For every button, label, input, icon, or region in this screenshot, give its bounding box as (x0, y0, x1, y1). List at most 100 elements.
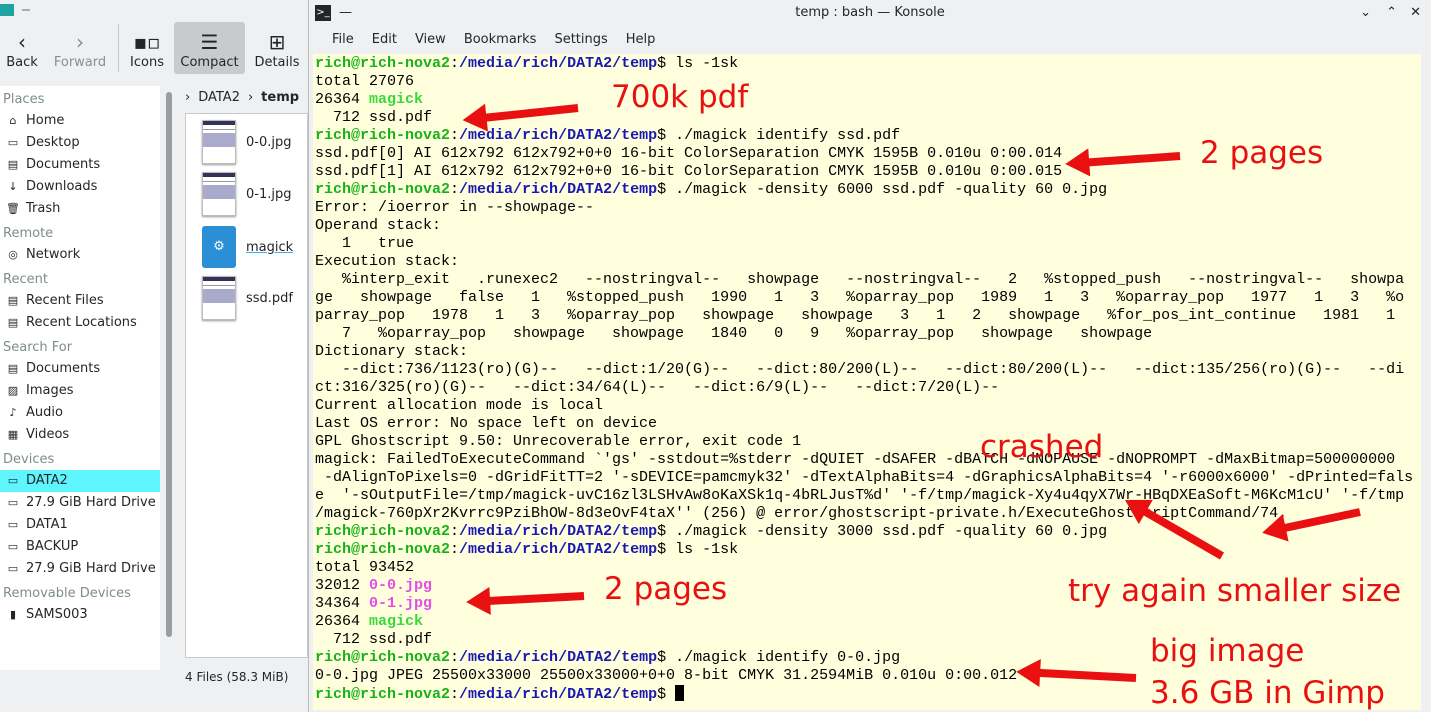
places-item[interactable]: ▦ Videos (0, 424, 160, 446)
places-item[interactable]: ▭ BACKUP (0, 536, 160, 558)
terminal-cursor (675, 685, 685, 701)
terminal-text: total 93452 (315, 559, 415, 576)
places-item-label: Documents (26, 157, 101, 172)
terminal-text: $ ls -1sk (657, 55, 739, 72)
terminal-line: parray_pop 1978 1 3 %oparray_pop showpag… (315, 307, 1419, 325)
places-item[interactable]: ▤ Recent Locations (0, 312, 160, 334)
terminal-text: rich@rich-nova2 (315, 55, 451, 72)
terminal-text: /media/rich/DATA2/temp (459, 523, 658, 540)
close-icon[interactable]: ✕ (1410, 0, 1421, 26)
terminal-text: ssd.pdf[1] AI 612x792 612x792+0+0 16-bit… (315, 163, 1063, 180)
place-icon: ▭ (7, 562, 19, 575)
places-item[interactable]: ▤ Documents (0, 358, 160, 380)
terminal-text: total 27076 (315, 73, 415, 90)
terminal-text: magick (369, 91, 424, 108)
places-section-title: Removable Devices (3, 586, 131, 601)
menu-bookmarks[interactable]: Bookmarks (455, 32, 546, 47)
dolphin-file-manager: ‹ Back › Forward ▪▫ Icons ☰ Compact ⊞ Details… (0, 0, 308, 712)
menu-view[interactable]: View (406, 32, 455, 47)
back-button[interactable]: ‹ Back (4, 22, 40, 74)
places-item[interactable]: ▤ Documents (0, 154, 160, 176)
place-icon: ↓ (8, 180, 18, 193)
minimize-icon[interactable] (22, 9, 30, 11)
file-item[interactable]: ⚙ magick (202, 226, 293, 268)
place-icon: ▦ (7, 428, 19, 441)
places-scrollbar[interactable] (166, 92, 172, 637)
file-item[interactable]: 0-1.jpg (202, 172, 291, 216)
terminal-line: ge showpage false 1 %stopped_push 1990 1… (315, 289, 1419, 307)
terminal-text: Dictionary stack: (315, 343, 469, 360)
annotation-try-again: try again smaller size (1068, 573, 1402, 609)
terminal-line: magick: FailedToExecuteCommand `'gs' -ss… (315, 451, 1419, 469)
terminal-text: rich@rich-nova2 (315, 181, 451, 198)
icons-view-button[interactable]: ▪▫ Icons (124, 22, 170, 74)
compact-view-button[interactable]: ☰ Compact (174, 22, 245, 74)
image-thumbnail (202, 120, 236, 164)
pin-icon[interactable]: — (339, 0, 352, 26)
breadcrumb: › DATA2 › temp (185, 89, 300, 105)
terminal-text: /media/rich/DATA2/temp (459, 55, 658, 72)
places-item[interactable]: ♪ Audio (0, 402, 160, 424)
menu-settings[interactable]: Settings (545, 32, 616, 47)
terminal-line: rich@rich-nova2:/media/rich/DATA2/temp$ … (315, 523, 1419, 541)
terminal-text: /media/rich/DATA2/temp (459, 686, 658, 703)
terminal-text: Error: /ioerror in --showpage-- (315, 199, 595, 216)
places-section-title: Places (3, 92, 45, 107)
pdf-thumbnail (202, 276, 236, 320)
details-view-button[interactable]: ⊞ Details (251, 22, 303, 74)
places-item[interactable]: ▭ DATA1 (0, 514, 160, 536)
terminal-text: rich@rich-nova2 (315, 523, 451, 540)
minimize-icon[interactable]: ⌄ (1360, 0, 1371, 26)
terminal-text: Current allocation mode is local (315, 397, 604, 414)
menu-help[interactable]: Help (617, 32, 665, 47)
file-item[interactable]: ssd.pdf (202, 276, 293, 320)
places-item-label: Audio (26, 405, 63, 420)
places-item[interactable]: ▭ DATA2 (0, 470, 160, 492)
terminal-line: Operand stack: (315, 217, 1419, 235)
details-view-icon: ⊞ (268, 30, 286, 54)
terminal-scrollbar[interactable] (1423, 54, 1431, 710)
terminal-text: rich@rich-nova2 (315, 686, 451, 703)
places-item[interactable]: ⌂ Home (0, 110, 160, 132)
menu-file[interactable]: File (323, 32, 363, 47)
maximize-icon[interactable]: ⌃ (1386, 0, 1397, 26)
file-item[interactable]: 0-0.jpg (202, 120, 291, 164)
terminal-text: 26364 (315, 91, 370, 108)
places-item[interactable]: ▮ SAMS003 (0, 604, 160, 626)
breadcrumb-data2[interactable]: DATA2 (198, 90, 240, 105)
places-item[interactable]: ↓ Downloads (0, 176, 160, 198)
terminal-text: ge showpage false 1 %stopped_push 1990 1… (315, 289, 1405, 306)
terminal-text: : (450, 127, 460, 144)
forward-button[interactable]: › Forward (52, 22, 108, 74)
terminal-line: e '-sOutputFile=/tmp/magick-uvC16zl3LSHv… (315, 487, 1419, 505)
places-item[interactable]: ▭ Desktop (0, 132, 160, 154)
window-title: temp : bash — Konsole (795, 5, 945, 20)
places-item[interactable]: ▭ 27.9 GiB Hard Drive (0, 492, 160, 514)
terminal-text: : (450, 523, 460, 540)
terminal-line: -dAlignToPixels=0 -dGridFitTT=2 '-sDEVIC… (315, 469, 1419, 487)
menu-edit[interactable]: Edit (363, 32, 406, 47)
terminal-text: 34364 (315, 595, 370, 612)
icons-view-icon: ▪▫ (133, 30, 161, 54)
places-item[interactable]: ◎ Network (0, 244, 160, 266)
places-item-label: SAMS003 (26, 607, 88, 622)
annotation-2-pages-output: 2 pages (604, 571, 728, 607)
terminal-text: $ ./magick identify ssd.pdf (657, 127, 901, 144)
places-item[interactable]: ▨ Images (0, 380, 160, 402)
terminal-line: %interp_exit .runexec2 --nostringval-- s… (315, 271, 1419, 289)
terminal-text: /media/rich/DATA2/temp (459, 649, 658, 666)
annotation-700k-pdf: 700k pdf (611, 79, 749, 115)
places-item[interactable]: 🗑 Trash (0, 198, 160, 220)
terminal-text: rich@rich-nova2 (315, 649, 451, 666)
places-section-title: Search For (3, 340, 73, 355)
konsole-icon: >_ (315, 5, 331, 21)
breadcrumb-temp[interactable]: temp (261, 90, 299, 105)
terminal-line: Current allocation mode is local (315, 397, 1419, 415)
places-item[interactable]: ▭ 27.9 GiB Hard Drive (0, 558, 160, 580)
terminal-line: ct:316/325(ro)(G)-- --dict:34/64(L)-- --… (315, 379, 1419, 397)
annotation-crashed: crashed (980, 429, 1104, 465)
places-item[interactable]: ▤ Recent Files (0, 290, 160, 312)
terminal-text: e '-sOutputFile=/tmp/magick-uvC16zl3LSHv… (315, 487, 1405, 504)
places-item-label: Videos (26, 427, 70, 442)
places-item-label: Recent Files (26, 293, 104, 308)
